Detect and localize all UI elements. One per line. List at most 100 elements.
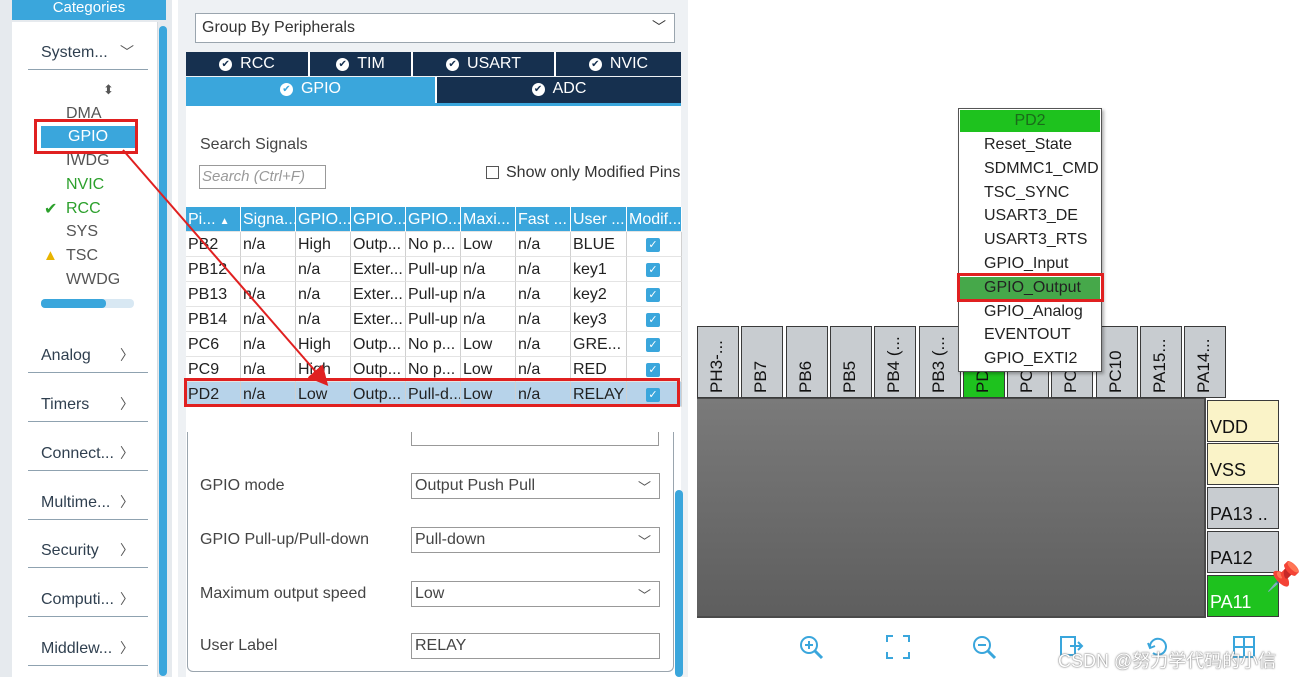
pin-pb7[interactable]: PB7: [741, 326, 784, 398]
cell-user-label[interactable]: BLUE: [571, 232, 627, 257]
cell-gpio-mode[interactable]: Exter...: [351, 257, 406, 282]
cell-gpio-output-level[interactable]: n/a: [296, 257, 351, 282]
system-item-tsc[interactable]: TSC: [66, 247, 98, 265]
category-connectivity[interactable]: Connect... 〉: [28, 441, 148, 471]
pin-pb3[interactable]: PB3 (...: [918, 326, 961, 398]
property-field-partial[interactable]: [411, 432, 659, 446]
system-item-wwdg[interactable]: WWDG: [66, 271, 120, 289]
cell-fast-mode[interactable]: n/a: [516, 307, 571, 332]
menu-item-usart3-rts[interactable]: USART3_RTS: [984, 231, 1087, 249]
cell-pin[interactable]: PC6: [186, 332, 241, 357]
col-header-modified[interactable]: Modif...: [627, 207, 682, 232]
pin-pa15[interactable]: PA15...: [1140, 326, 1182, 398]
category-middleware[interactable]: Middlew... 〉: [28, 636, 148, 666]
tab-usart[interactable]: ✔ USART: [413, 52, 556, 76]
tab-nvic[interactable]: ✔ NVIC: [556, 52, 681, 76]
menu-item-gpio-analog[interactable]: GPIO_Analog: [984, 303, 1083, 321]
cell-gpio-pull[interactable]: No p...: [406, 332, 461, 357]
scroll-thumb[interactable]: [41, 299, 107, 308]
categories-header[interactable]: Categories: [12, 0, 166, 20]
cell-fast-mode[interactable]: n/a: [516, 232, 571, 257]
cell-signal[interactable]: n/a: [241, 307, 296, 332]
sort-icon[interactable]: ⬍: [103, 82, 114, 98]
cell-fast-mode[interactable]: n/a: [516, 282, 571, 307]
tab-gpio[interactable]: ✔ GPIO: [186, 77, 437, 103]
category-system[interactable]: System... ﹀: [28, 40, 148, 70]
table-row[interactable]: PC6 n/a High Outp... No p... Low n/a GRE... ✓: [186, 332, 682, 357]
cell-max-speed[interactable]: Low: [461, 232, 516, 257]
cell-gpio-mode[interactable]: Exter...: [351, 307, 406, 332]
menu-item-sdmmc1-cmd[interactable]: SDMMC1_CMD: [984, 160, 1099, 178]
menu-item-reset-state[interactable]: Reset_State: [984, 136, 1072, 154]
cell-max-speed[interactable]: n/a: [461, 257, 516, 282]
cell-fast-mode[interactable]: n/a: [516, 332, 571, 357]
cell-pin[interactable]: PB2: [186, 232, 241, 257]
show-modified-checkbox[interactable]: [486, 166, 499, 179]
zoom-in-icon[interactable]: [798, 634, 824, 667]
modified-checkbox[interactable]: ✓: [646, 262, 660, 277]
modified-checkbox[interactable]: ✓: [646, 287, 660, 302]
col-header-user-label[interactable]: User ...: [571, 207, 627, 232]
table-row[interactable]: PB13 n/a n/a Exter... Pull-up n/a n/a key2 ✓: [186, 282, 682, 307]
config-scrollbar[interactable]: [675, 490, 683, 677]
category-multimedia[interactable]: Multime... 〉: [28, 490, 148, 520]
cell-gpio-output-level[interactable]: n/a: [296, 282, 351, 307]
max-speed-select[interactable]: Low ﹀: [411, 581, 660, 607]
category-analog[interactable]: Analog 〉: [28, 343, 148, 373]
menu-item-gpio-exti2[interactable]: GPIO_EXTI2: [984, 350, 1077, 368]
pin-vss[interactable]: VSS: [1207, 443, 1279, 485]
cell-gpio-output-level[interactable]: High: [296, 332, 351, 357]
menu-item-tsc-sync[interactable]: TSC_SYNC: [984, 184, 1069, 202]
pin-pb5[interactable]: PB5: [829, 326, 872, 398]
category-computing[interactable]: Computi... 〉: [28, 587, 148, 617]
table-row[interactable]: PB14 n/a n/a Exter... Pull-up n/a n/a key3 ✓: [186, 307, 682, 332]
cell-user-label[interactable]: key1: [571, 257, 627, 282]
pin-pb4[interactable]: PB4 (...: [874, 326, 917, 398]
cell-gpio-pull[interactable]: No p...: [406, 232, 461, 257]
modified-checkbox[interactable]: ✓: [646, 337, 660, 352]
pin-ph3[interactable]: PH3-...: [697, 326, 739, 398]
col-header-fast-mode[interactable]: Fast ...: [516, 207, 571, 232]
category-security[interactable]: Security 〉: [28, 538, 148, 568]
gpio-mode-select[interactable]: Output Push Pull ﹀: [411, 473, 660, 499]
modified-checkbox[interactable]: ✓: [646, 237, 660, 252]
tab-tim[interactable]: ✔ TIM: [310, 52, 413, 76]
pin-pa14[interactable]: PA14...: [1184, 326, 1227, 398]
system-item-sys[interactable]: SYS: [66, 223, 98, 241]
menu-item-eventout[interactable]: EVENTOUT: [984, 326, 1071, 344]
cell-max-speed[interactable]: n/a: [461, 307, 516, 332]
system-list-scrollbar[interactable]: [41, 299, 134, 308]
col-header-pin[interactable]: Pi... ▲: [186, 207, 241, 232]
cell-fast-mode[interactable]: n/a: [516, 257, 571, 282]
col-header-max-speed[interactable]: Maxi...: [461, 207, 516, 232]
group-by-select[interactable]: Group By Peripherals ﹀: [195, 13, 675, 43]
category-timers[interactable]: Timers 〉: [28, 392, 148, 422]
system-item-nvic[interactable]: NVIC: [66, 176, 104, 194]
col-header-gpio-output-level[interactable]: GPIO...: [296, 207, 351, 232]
tab-adc[interactable]: ✔ ADC: [437, 77, 681, 103]
pin-pb6[interactable]: PB6: [785, 326, 828, 398]
cell-pin[interactable]: PB13: [186, 282, 241, 307]
cell-gpio-output-level[interactable]: n/a: [296, 307, 351, 332]
table-row[interactable]: PB2 n/a High Outp... No p... Low n/a BLUE ✓: [186, 232, 682, 257]
cell-gpio-mode[interactable]: Outp...: [351, 232, 406, 257]
cell-gpio-pull[interactable]: Pull-up: [406, 282, 461, 307]
cell-max-speed[interactable]: n/a: [461, 282, 516, 307]
cell-pin[interactable]: PB14: [186, 307, 241, 332]
pin-pa13[interactable]: PA13 ..: [1207, 487, 1279, 529]
cell-user-label[interactable]: key2: [571, 282, 627, 307]
categories-scrollbar[interactable]: [159, 26, 167, 676]
cell-gpio-mode[interactable]: Exter...: [351, 282, 406, 307]
search-signals-input[interactable]: Search (Ctrl+F): [199, 165, 326, 189]
cell-gpio-mode[interactable]: Outp...: [351, 332, 406, 357]
cell-signal[interactable]: n/a: [241, 282, 296, 307]
menu-item-usart3-de[interactable]: USART3_DE: [984, 207, 1078, 225]
col-header-gpio-mode[interactable]: GPIO...: [351, 207, 406, 232]
col-header-gpio-pull[interactable]: GPIO...: [406, 207, 461, 232]
cell-signal[interactable]: n/a: [241, 257, 296, 282]
cell-max-speed[interactable]: Low: [461, 332, 516, 357]
cell-signal[interactable]: n/a: [241, 232, 296, 257]
pin-vdd[interactable]: VDD: [1207, 400, 1279, 442]
modified-checkbox[interactable]: ✓: [646, 312, 660, 327]
zoom-out-icon[interactable]: [971, 634, 997, 667]
